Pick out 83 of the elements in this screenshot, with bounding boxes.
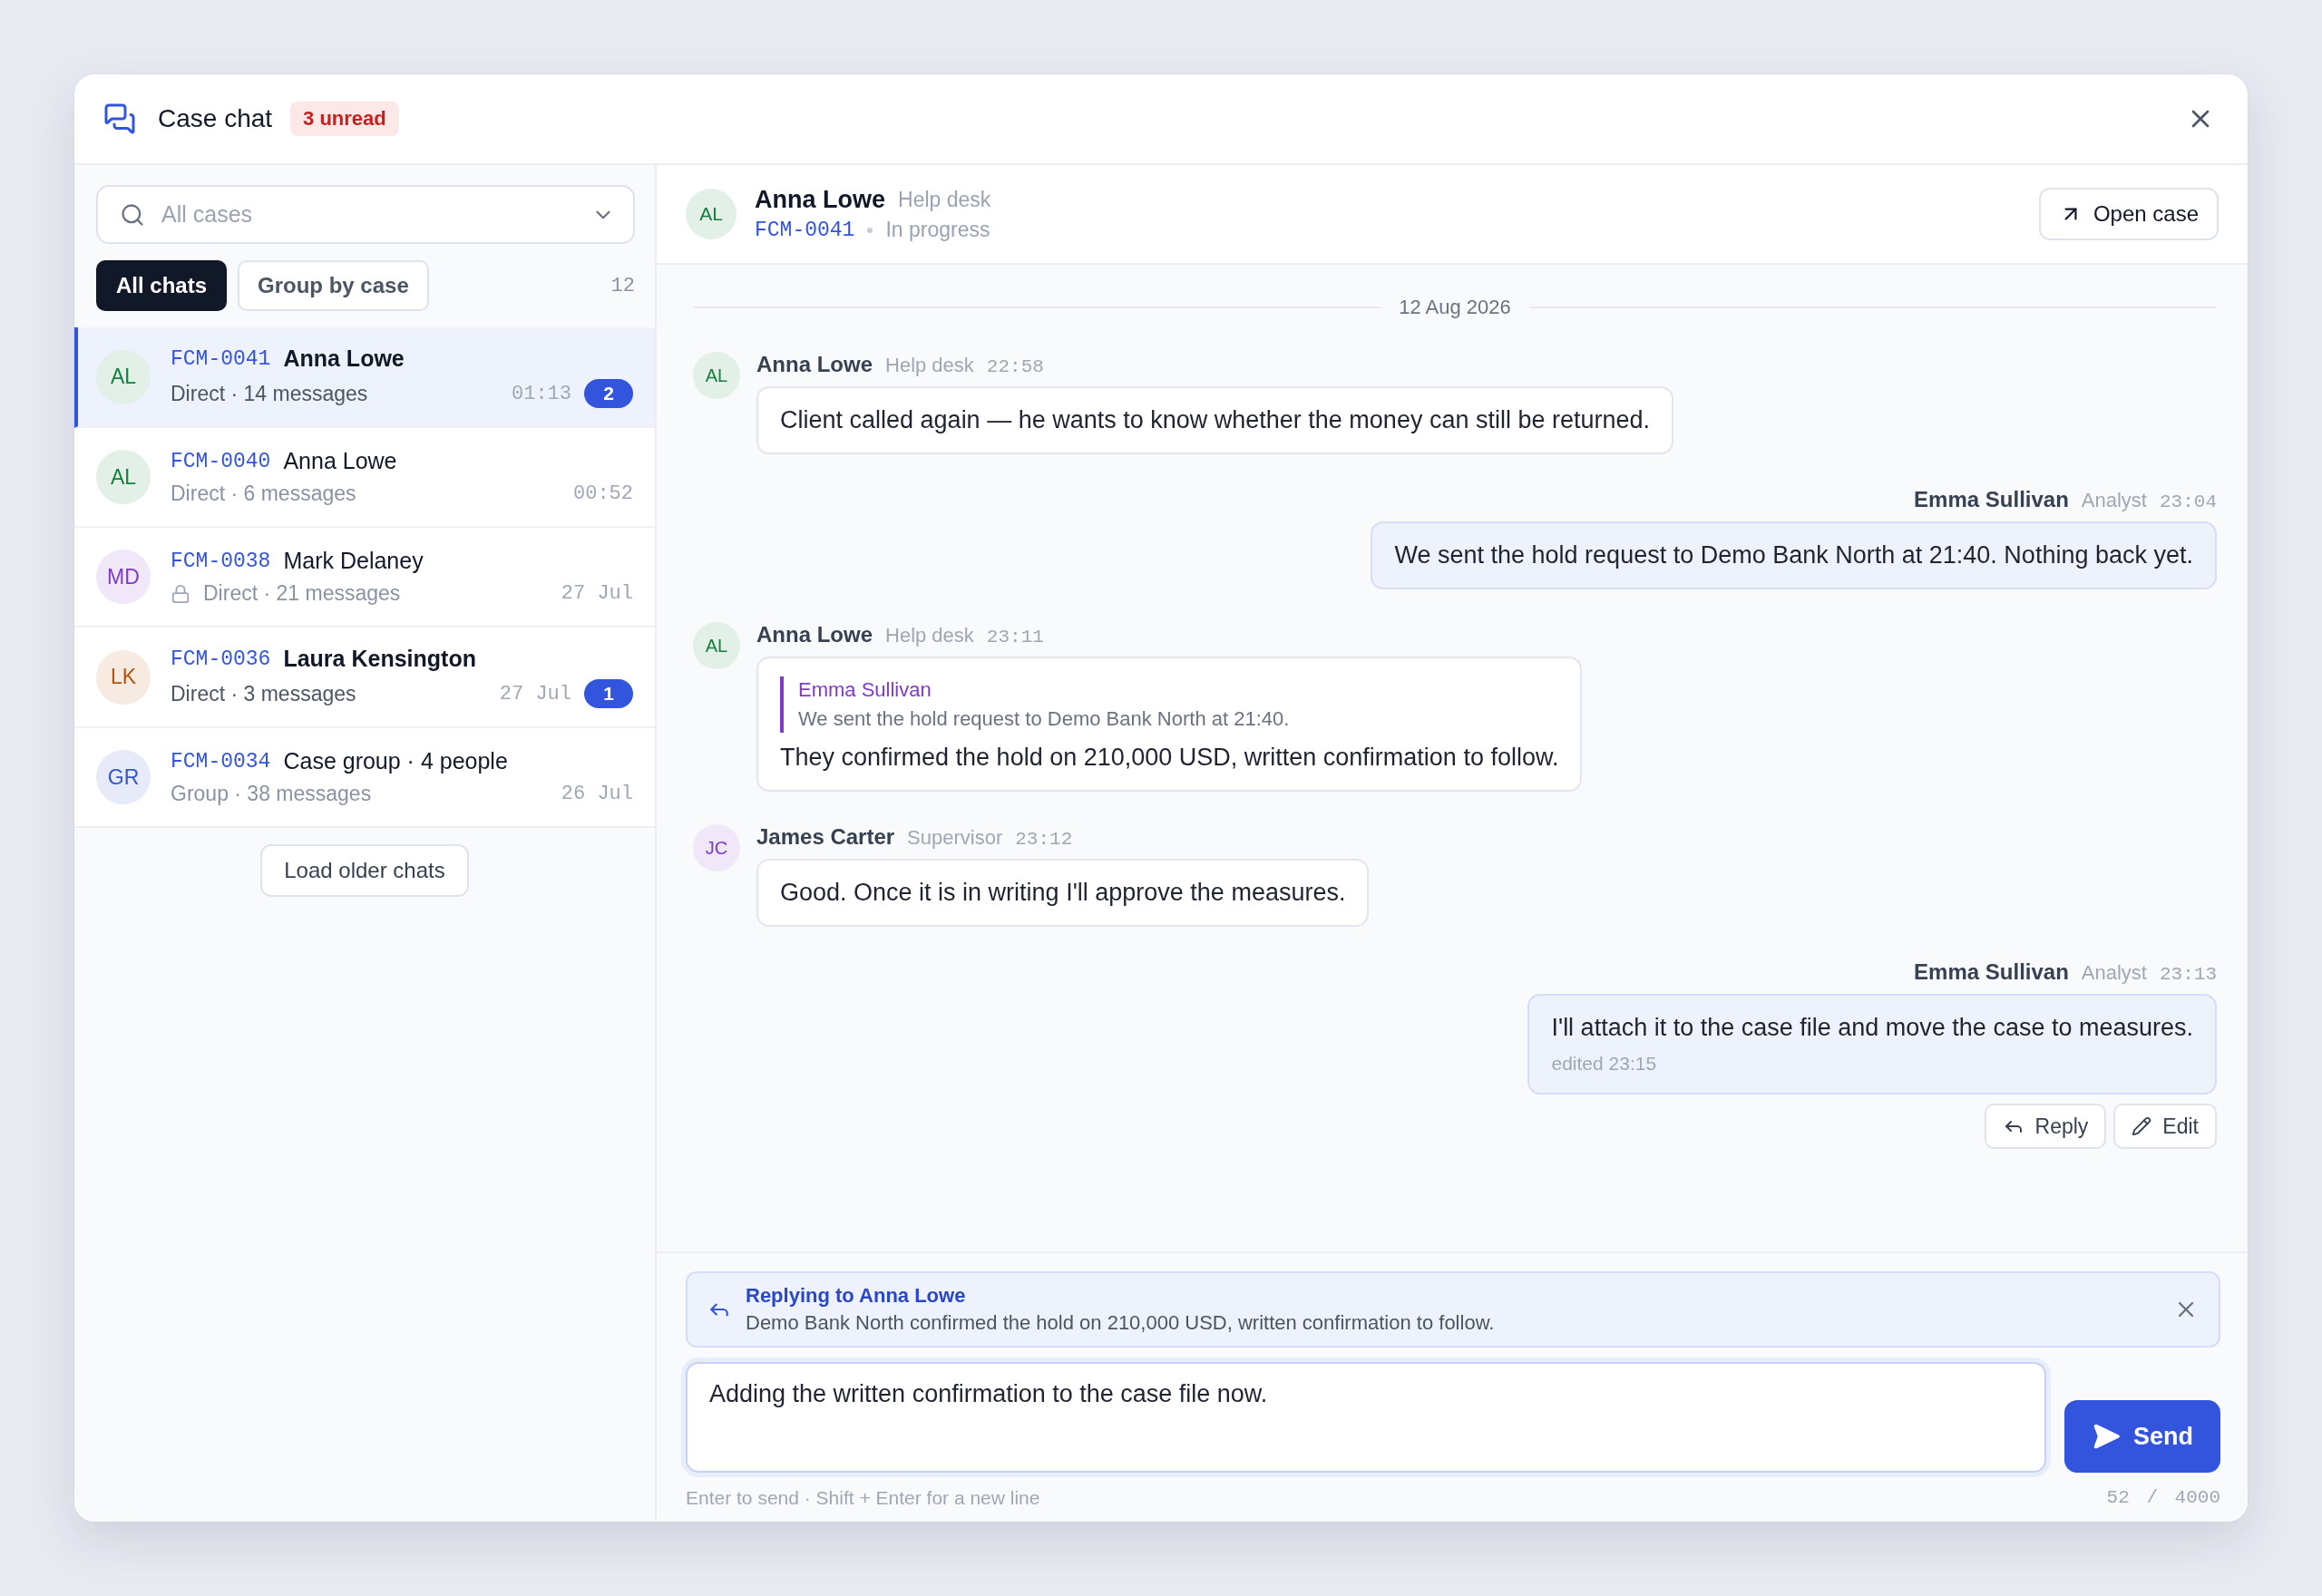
chat-title: Laura Kensington xyxy=(283,646,476,672)
chat-subtitle: Direct · 3 messages xyxy=(171,681,356,706)
author-role: Analyst xyxy=(2081,489,2147,512)
quote-author: Emma Sullivan xyxy=(798,678,932,702)
message-author: Emma Sullivan xyxy=(1914,487,2069,512)
input-hint: Enter to send · Shift + Enter for a new line xyxy=(686,1487,1040,1509)
message-text: Client called again — he wants to know whether the money can still be returned. xyxy=(780,406,1651,434)
case-code: FCM-0041 xyxy=(755,218,855,242)
search-icon xyxy=(120,201,145,228)
case-code: FCM-0040 xyxy=(171,449,271,473)
message-time: 23:12 xyxy=(1015,829,1073,850)
chat-time: 00:52 xyxy=(573,482,633,505)
message-time: 23:13 xyxy=(2160,964,2217,985)
chat-item[interactable]: AL FCM-0040 Anna Lowe Direct · 6 messages 00:52 xyxy=(74,428,655,528)
message-input[interactable]: Adding the written confirmation to the case file now. xyxy=(686,1362,2046,1473)
chat-icon xyxy=(103,102,136,135)
avatar: AL xyxy=(693,622,740,669)
case-code: FCM-0034 xyxy=(171,749,271,774)
message-author: Anna Lowe xyxy=(756,352,873,377)
contact-role: Help desk xyxy=(898,188,991,212)
chat-item[interactable]: AL FCM-0041 Anna Lowe Direct · 14 messages 01:13 2 xyxy=(74,327,655,428)
chat-title: Case group · 4 people xyxy=(283,748,508,774)
message-time: 22:58 xyxy=(986,356,1044,377)
avatar: GR xyxy=(96,750,151,804)
author-role: Help desk xyxy=(885,624,974,647)
message-author: Anna Lowe xyxy=(756,622,873,647)
message-author: James Carter xyxy=(756,824,895,850)
avatar: AL xyxy=(96,349,151,404)
chat-item[interactable]: LK FCM-0036 Laura Kensington Direct · 3 messages 27 Jul 1 xyxy=(74,628,655,728)
date-separator: 12 Aug 2026 xyxy=(1399,296,1511,319)
send-icon xyxy=(2092,1422,2121,1451)
message-action-button[interactable]: Reply xyxy=(1984,1104,2107,1149)
avatar: AL xyxy=(686,189,737,239)
message-text: Good. Once it is in writing I'll approve the measures. xyxy=(780,879,1346,907)
case-code: FCM-0038 xyxy=(171,549,271,573)
chat-title: Anna Lowe xyxy=(283,345,405,372)
load-more-button[interactable]: Load older chats xyxy=(260,844,469,897)
avatar: AL xyxy=(96,450,151,504)
quote-text: We sent the hold request to Demo Bank North at 21:40. xyxy=(798,707,1291,731)
unread-count: 1 xyxy=(584,679,633,708)
avatar: JC xyxy=(693,824,740,871)
chat-title: Mark Delaney xyxy=(283,548,424,574)
pencil-icon xyxy=(2132,1116,2152,1136)
message-text: They confirmed the hold on 210,000 USD, written confirmation to follow. xyxy=(780,744,1559,772)
author-role: Help desk xyxy=(885,354,974,377)
message-action-button[interactable]: Edit xyxy=(2113,1104,2217,1149)
view-tab[interactable]: All chats xyxy=(96,260,228,311)
message-time: 23:11 xyxy=(986,627,1044,647)
unread-count: 2 xyxy=(584,379,633,408)
reply-title: Replying to Anna Lowe xyxy=(746,1284,967,1308)
chat-time: 27 Jul xyxy=(499,682,571,706)
case-code: FCM-0036 xyxy=(171,647,271,671)
unread-badge: 3 unread xyxy=(290,102,399,136)
chat-subtitle: Direct · 6 messages xyxy=(171,482,356,506)
avatar: AL xyxy=(693,352,740,399)
view-tab[interactable]: Group by case xyxy=(238,260,429,311)
reply-text: Demo Bank North confirmed the hold on 210,000 USD, written confirmation to follow. xyxy=(746,1311,1496,1335)
chat-time: 01:13 xyxy=(512,382,571,405)
open-case-button[interactable]: Open case xyxy=(2038,188,2219,240)
chat-title: Anna Lowe xyxy=(283,448,397,474)
message-author: Emma Sullivan xyxy=(1914,959,2069,985)
avatar: LK xyxy=(96,649,151,705)
author-role: Supervisor xyxy=(907,826,1003,850)
case-code: FCM-0041 xyxy=(171,346,271,371)
chat-subtitle: Direct · 14 messages xyxy=(171,381,368,406)
message-text: I'll attach it to the case file and move the case to measures. xyxy=(1551,1014,2193,1042)
chat-item[interactable]: MD FCM-0038 Mark Delaney Direct · 21 messages 27 Jul xyxy=(74,528,655,628)
edited-note: edited 23:15 xyxy=(1551,1053,1658,1075)
chat-subtitle: Direct · 21 messages xyxy=(203,581,401,606)
message-time: 23:04 xyxy=(2160,491,2217,512)
chat-time: 26 Jul xyxy=(561,783,633,805)
send-button[interactable]: Send xyxy=(2064,1400,2220,1473)
chat-item[interactable]: GR FCM-0034 Case group · 4 people Group · 38 messages 26 Jul xyxy=(74,728,655,828)
author-role: Analyst xyxy=(2081,961,2147,985)
chat-time: 27 Jul xyxy=(561,582,633,605)
chat-count: 12 xyxy=(610,274,635,297)
window-title: Case chat xyxy=(158,104,273,133)
message-text: We sent the hold request to Demo Bank North at 21:40. Nothing back yet. xyxy=(1394,541,2193,569)
chat-subtitle: Group · 38 messages xyxy=(171,782,372,806)
character-counter: 52 / 4000 xyxy=(2106,1487,2220,1509)
contact-name: Anna Lowe xyxy=(755,186,885,214)
avatar: MD xyxy=(96,550,151,604)
case-status: In progress xyxy=(885,218,990,242)
